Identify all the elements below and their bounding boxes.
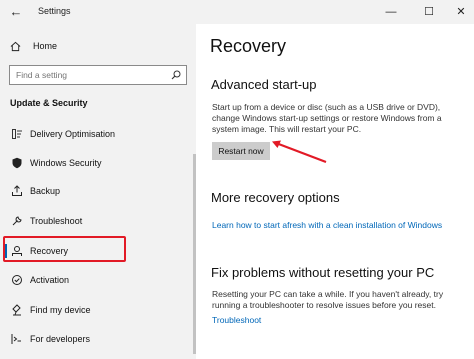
sidebar-item-label: Activation <box>30 275 70 285</box>
sidebar-item-label: Delivery Optimisation <box>30 129 116 139</box>
window-title: Settings <box>38 6 71 16</box>
recovery-highlight-annotation <box>3 236 126 262</box>
sidebar-item-delivery-optimisation[interactable]: Delivery Optimisation <box>0 124 196 144</box>
home-icon <box>10 41 21 51</box>
troubleshoot-link[interactable]: Troubleshoot <box>212 315 261 325</box>
delivery-optimisation-icon <box>10 127 23 140</box>
shield-icon <box>10 156 23 169</box>
page-title: Recovery <box>210 36 287 56</box>
sidebar-item-windows-security[interactable]: Windows Security <box>0 153 196 173</box>
main-content: Recovery Advanced start-up Start up from… <box>196 24 474 359</box>
title-bar: ← Settings — ☐ ✕ <box>0 0 474 24</box>
search-box[interactable] <box>9 65 187 85</box>
search-input[interactable] <box>10 66 160 84</box>
search-icon[interactable] <box>171 70 181 80</box>
restart-now-button[interactable]: Restart now <box>212 142 270 160</box>
maximize-button[interactable]: ☐ <box>420 3 438 21</box>
sidebar-item-troubleshoot[interactable]: Troubleshoot <box>0 211 196 231</box>
sidebar-item-label: For developers <box>30 334 91 344</box>
sidebar: Home Update & Security Delivery Optimisa… <box>0 24 196 359</box>
sidebar-item-label: Windows Security <box>30 158 102 168</box>
section-title: Update & Security <box>10 98 88 108</box>
sidebar-item-label: Backup <box>30 186 61 196</box>
annotation-arrow-icon <box>272 140 327 164</box>
advanced-startup-description: Start up from a device or disc (such as … <box>212 102 442 134</box>
sidebar-item-backup[interactable]: Backup <box>0 181 196 201</box>
minimize-button[interactable]: — <box>382 3 400 21</box>
wrench-icon <box>10 214 23 227</box>
sidebar-home[interactable]: Home <box>10 38 57 54</box>
sidebar-item-label: Find my device <box>30 305 91 315</box>
advanced-startup-heading: Advanced start-up <box>211 77 317 92</box>
find-device-icon <box>10 303 23 316</box>
activation-icon <box>10 273 23 286</box>
sidebar-home-label: Home <box>33 41 58 51</box>
close-button[interactable]: ✕ <box>452 3 470 21</box>
backup-icon <box>10 184 23 197</box>
fix-problems-description: Resetting your PC can take a while. If y… <box>212 289 444 310</box>
sidebar-item-activation[interactable]: Activation <box>0 270 196 290</box>
clean-install-link[interactable]: Learn how to start afresh with a clean i… <box>212 220 442 230</box>
sidebar-item-label: Troubleshoot <box>30 216 83 226</box>
developer-icon <box>10 332 23 345</box>
fix-problems-heading: Fix problems without resetting your PC <box>211 265 435 280</box>
more-recovery-heading: More recovery options <box>211 190 340 205</box>
back-arrow-icon[interactable]: ← <box>8 4 24 20</box>
sidebar-item-for-developers[interactable]: For developers <box>0 329 196 349</box>
sidebar-item-find-my-device[interactable]: Find my device <box>0 300 196 320</box>
